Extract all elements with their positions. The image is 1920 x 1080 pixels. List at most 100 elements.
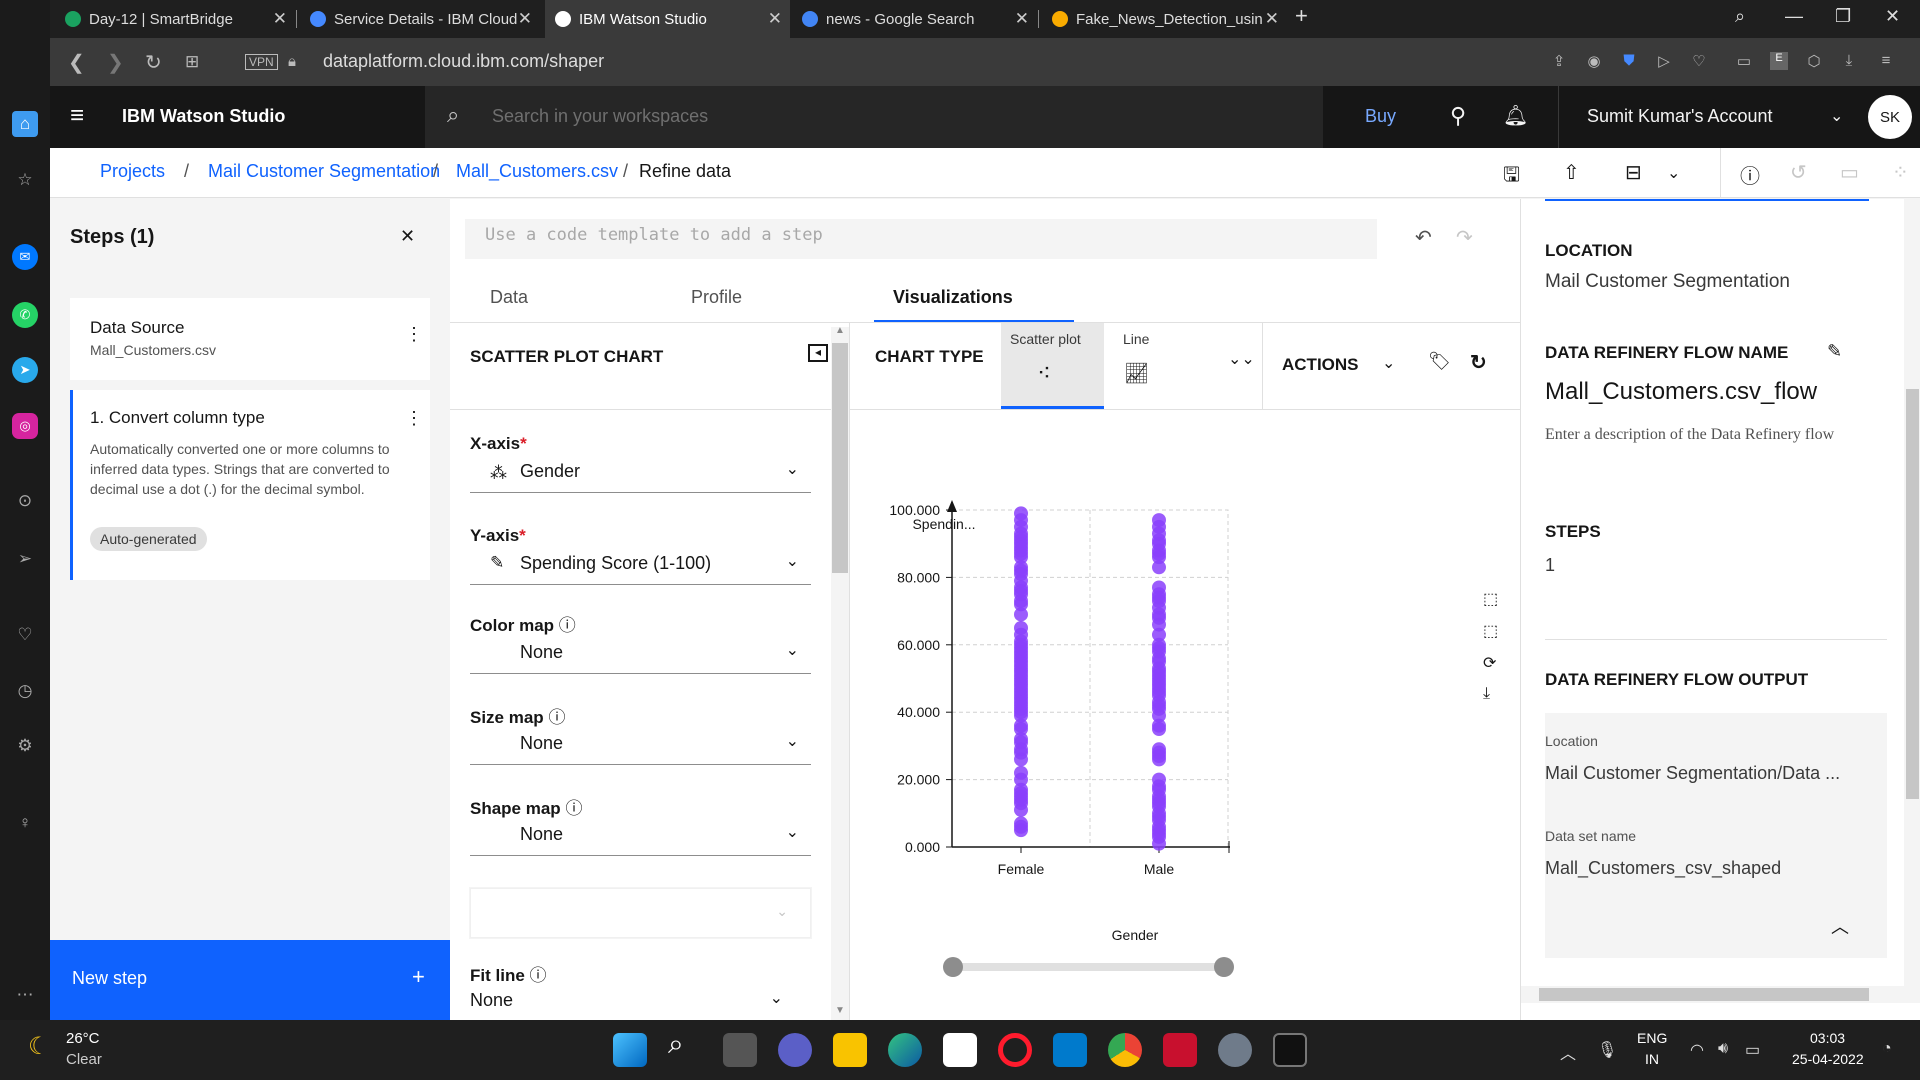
chat-icon[interactable] (778, 1033, 812, 1067)
browser-tab-watson-studio[interactable]: IBM Watson Studio ✕ (545, 0, 790, 38)
minimize-icon[interactable]: — (1785, 6, 1803, 27)
tab-profile[interactable]: Profile (691, 287, 742, 308)
jobs-icon[interactable]: ⊟ (1625, 160, 1642, 185)
telegram-icon[interactable]: ➤ (12, 357, 38, 383)
buy-link[interactable]: Buy (1365, 106, 1396, 127)
tips-bulb-icon[interactable]: ♀ (12, 810, 38, 836)
easy-setup-icon[interactable]: ≡ (1877, 52, 1895, 70)
data-source-card[interactable]: Data Source Mall_Customers.csv ⋮ (70, 298, 430, 380)
search-taskbar-icon[interactable]: ⌕ (668, 1028, 702, 1062)
x-axis-select[interactable]: ⁂ Gender ⌄ (470, 453, 811, 493)
refresh-icon[interactable]: ↻ (1470, 350, 1487, 375)
tray-chevron-icon[interactable]: ︿ (1560, 1040, 1576, 1064)
browser-tab-colab[interactable]: Fake_News_Detection_usin ✕ (1042, 0, 1287, 38)
settings-grid-icon[interactable]: ⁘ (1892, 160, 1909, 185)
code-template-input[interactable]: Use a code template to add a step (465, 219, 1377, 259)
y-axis-select[interactable]: ✎ Spending Score (1-100) ⌄ (470, 545, 811, 585)
props-scrollbar[interactable] (1904, 199, 1920, 989)
pan-icon[interactable]: ⬚ (1483, 621, 1498, 641)
weather-temp[interactable]: 26°C (66, 1030, 100, 1047)
search-tabs-icon[interactable]: ⌕ (1735, 6, 1745, 27)
account-switcher[interactable]: Sumit Kumar's Account (1587, 106, 1773, 127)
chevron-down-icon[interactable]: ⌄ (1830, 106, 1843, 126)
wallet-icon[interactable]: ▭ (1735, 52, 1753, 70)
heart-icon[interactable]: ♡ (1690, 52, 1708, 70)
empty-select[interactable]: ⌄ (470, 888, 811, 938)
restore-icon[interactable]: ❐ (1835, 6, 1851, 27)
file-explorer-icon[interactable] (833, 1033, 867, 1067)
camera-icon[interactable]: ◉ (1585, 52, 1603, 70)
signpost-icon[interactable]: ⚲ (1450, 103, 1466, 129)
chevron-up-icon[interactable]: ︿ (1831, 913, 1849, 939)
breadcrumb-file[interactable]: Mall_Customers.csv (456, 161, 618, 182)
new-tab-icon[interactable]: + (1295, 3, 1308, 29)
language-primary[interactable]: ENG (1637, 1030, 1667, 1046)
task-view-icon[interactable] (723, 1033, 757, 1067)
export-icon[interactable]: ⇧ (1563, 160, 1580, 185)
jobs-chevron-icon[interactable]: ⌄ (1667, 163, 1680, 183)
shape-map-select[interactable]: None ⌄ (470, 816, 811, 856)
opera-taskbar-icon[interactable] (998, 1033, 1032, 1067)
microphone-icon[interactable]: 🎙︎ (1597, 1040, 1617, 1060)
tab-data[interactable]: Data (490, 287, 528, 308)
step-card-convert[interactable]: 1. Convert column type ⋮ Automatically c… (70, 390, 430, 580)
messenger-icon[interactable]: ✉ (12, 244, 38, 270)
volume-icon[interactable]: 🔊︎ (1718, 1040, 1728, 1058)
speed-dial-icon[interactable]: ⊞ (185, 52, 199, 72)
battery-icon[interactable]: ▭ (1745, 1040, 1760, 1060)
workspace-search[interactable]: ⌕ Search in your workspaces (425, 86, 1323, 148)
extension-e-icon[interactable]: E (1770, 52, 1788, 70)
info-icon[interactable]: ⓘ (559, 616, 576, 635)
play-icon[interactable]: ▷ (1655, 52, 1673, 70)
instagram-icon[interactable]: ◎ (12, 413, 38, 439)
notification-bell-icon[interactable]: 🔔︎ (1503, 103, 1528, 128)
wps-office-icon[interactable] (1163, 1033, 1197, 1067)
store-icon[interactable] (943, 1033, 977, 1067)
overflow-menu-icon[interactable]: ⋮ (405, 408, 423, 429)
undo-icon[interactable]: ↶ (1415, 225, 1432, 250)
adblock-shield-icon[interactable]: ⛊ (1620, 52, 1638, 70)
line-chart-option[interactable]: Line 📈︎ (1112, 323, 1212, 409)
box-zoom-icon[interactable]: ⬚ (1483, 589, 1498, 609)
color-map-select[interactable]: None ⌄ (470, 634, 811, 674)
share-icon[interactable]: ⇪ (1550, 52, 1568, 70)
close-window-icon[interactable]: ✕ (1885, 6, 1900, 27)
avatar[interactable]: SK (1868, 95, 1912, 139)
fit-line-select[interactable]: None ⌄ (470, 986, 811, 1020)
edit-pencil-icon[interactable]: ✎ (1827, 341, 1842, 362)
reload-icon[interactable]: ↻ (145, 50, 162, 75)
info-icon[interactable]: ⓘ (530, 966, 547, 985)
vscode-icon[interactable] (1053, 1033, 1087, 1067)
download-icon[interactable]: ⤓ (1840, 52, 1858, 70)
close-tab-icon[interactable]: ✕ (273, 9, 287, 29)
product-name[interactable]: IBM Watson Studio (122, 106, 285, 127)
size-map-select[interactable]: None ⌄ (470, 725, 811, 765)
more-icon[interactable]: ⋯ (12, 982, 38, 1008)
url-text[interactable]: dataplatform.cloud.ibm.com/shaper (323, 51, 604, 72)
star-icon[interactable]: ☆ (12, 167, 38, 193)
more-chart-types-icon[interactable]: ⌄⌄ (1228, 349, 1255, 369)
actions-chevron-icon[interactable]: ⌄ (1382, 353, 1395, 373)
tab-visualizations[interactable]: Visualizations (893, 287, 1013, 308)
save-icon[interactable]: 🖫 (1503, 160, 1520, 194)
clock-time[interactable]: 03:03 (1810, 1030, 1845, 1046)
terminal-icon[interactable] (1273, 1033, 1307, 1067)
back-icon[interactable]: ❮ (68, 50, 85, 75)
edge-icon[interactable] (888, 1033, 922, 1067)
close-tab-icon[interactable]: ✕ (518, 9, 532, 29)
home-icon[interactable]: ⌂ (12, 111, 38, 137)
vpn-badge[interactable]: VPN (245, 54, 278, 70)
browser-tab-ibm-cloud[interactable]: Service Details - IBM Cloud ✕ (300, 0, 540, 38)
notifications-icon[interactable]: ◔ (1882, 1040, 1892, 1058)
settings-icon[interactable]: ⚙ (12, 733, 38, 759)
close-tab-icon[interactable]: ✕ (1265, 9, 1279, 29)
weather-condition[interactable]: Clear (66, 1051, 102, 1068)
props-h-scrollbar[interactable] (1521, 986, 1920, 1003)
browser-tab-google-search[interactable]: news - Google Search ✕ (792, 0, 1037, 38)
scrollbar-thumb[interactable] (832, 343, 848, 573)
info-icon[interactable]: ⓘ (1740, 160, 1760, 189)
scroll-up-icon[interactable]: ▲ (835, 325, 845, 336)
scroll-down-icon[interactable]: ▼ (835, 1005, 845, 1016)
history-icon[interactable]: ↺ (1790, 160, 1807, 185)
scatter-plot-option[interactable]: Scatter plot ⁖ (1001, 323, 1104, 409)
